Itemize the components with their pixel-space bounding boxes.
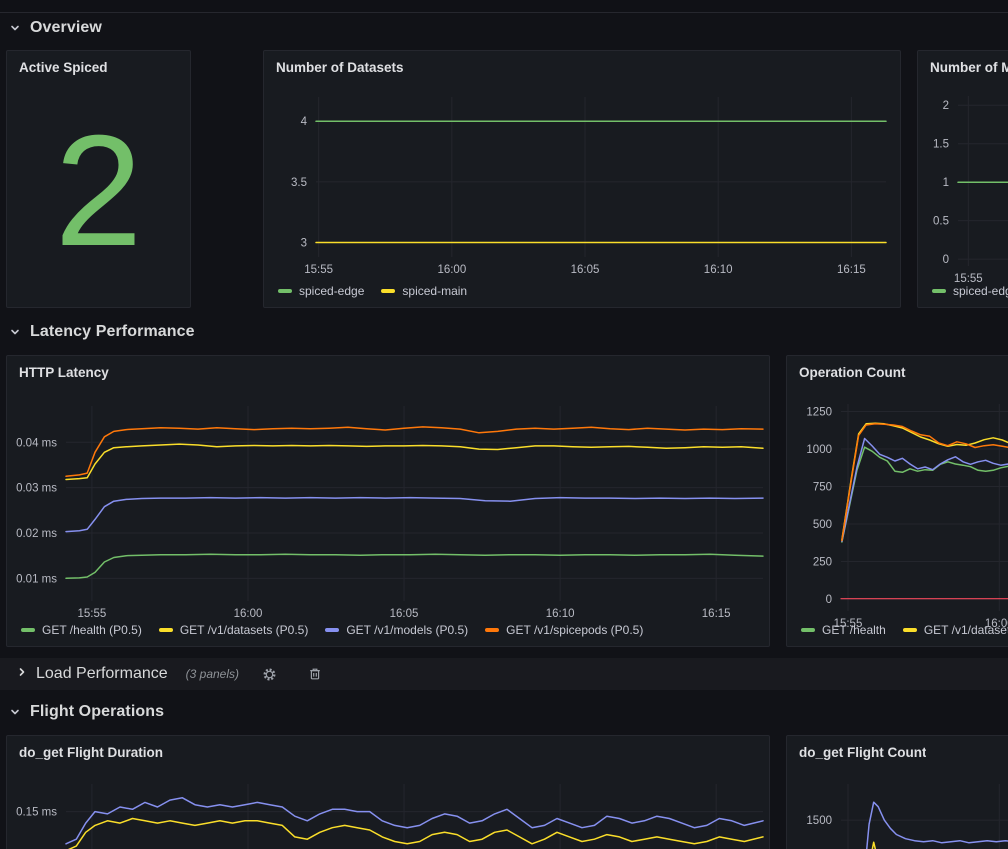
legend-label: spiced-main (402, 284, 467, 298)
grafana-dashboard: Overview Active Spiced 2 Number of Datas… (0, 0, 1008, 849)
legend-label: GET /health (822, 623, 886, 637)
svg-text:1000: 1000 (806, 444, 832, 456)
legend-item[interactable]: GET /health (P0.5) (21, 623, 142, 637)
legend-item[interactable]: GET /v1/datasets (P0.5) (159, 623, 309, 637)
section-header-overview[interactable]: Overview (8, 15, 102, 41)
section-header-load-performance[interactable]: Load Performance (3 panels) (0, 658, 1008, 690)
legend-label: GET /v1/models (P0.5) (346, 623, 468, 637)
panel-number-of-models: Number of Models 00.511.5215:5516:0016:0… (917, 50, 1008, 308)
legend-label: spiced-edge (299, 284, 364, 298)
chevron-right-icon (16, 665, 28, 683)
svg-text:16:05: 16:05 (571, 264, 600, 276)
section-title: Latency Performance (30, 323, 195, 341)
gear-icon (262, 667, 277, 682)
legend-swatch (325, 628, 339, 632)
chart-canvas[interactable]: 0.15 ms15:5516:0016:0516:1016:15 (7, 736, 771, 849)
svg-text:3: 3 (301, 237, 307, 249)
legend-item[interactable]: spiced-main (381, 284, 467, 298)
panel-title[interactable]: Active Spiced (19, 60, 108, 75)
legend-item[interactable]: GET /v1/spicepods (P0.5) (485, 623, 643, 637)
svg-text:15:55: 15:55 (78, 608, 107, 620)
svg-text:1.5: 1.5 (933, 139, 949, 151)
chart-legend: spiced-edge (932, 284, 1008, 298)
svg-text:0: 0 (826, 594, 832, 606)
legend-swatch (485, 628, 499, 632)
chart-canvas[interactable]: 150015:5516:0016:0516:1016:15 (787, 736, 1008, 849)
svg-text:1250: 1250 (806, 407, 832, 419)
legend-item[interactable]: GET /health (801, 623, 886, 637)
svg-text:0.03 ms: 0.03 ms (16, 483, 57, 495)
panel-active-spiced: Active Spiced 2 (6, 50, 191, 308)
legend-item[interactable]: GET /v1/models (P0.5) (325, 623, 468, 637)
svg-text:15:55: 15:55 (304, 264, 333, 276)
legend-label: GET /v1/spicepods (P0.5) (506, 623, 643, 637)
svg-text:16:05: 16:05 (390, 608, 419, 620)
chart-canvas[interactable]: 02505007501000125015:5516:0016:0516:1016… (787, 356, 1008, 648)
svg-text:16:15: 16:15 (702, 608, 731, 620)
svg-text:250: 250 (813, 557, 832, 569)
svg-text:500: 500 (813, 519, 832, 531)
legend-item[interactable]: GET /v1/datasets (903, 623, 1008, 637)
svg-text:2: 2 (943, 100, 949, 112)
panels-count-label: (3 panels) (186, 667, 239, 681)
legend-swatch (903, 628, 917, 632)
svg-text:750: 750 (813, 482, 832, 494)
svg-text:16:00: 16:00 (437, 264, 466, 276)
row-settings-button[interactable] (261, 666, 277, 682)
stat-value: 2 (7, 89, 190, 293)
chevron-down-icon (8, 705, 22, 719)
svg-text:0.04 ms: 0.04 ms (16, 437, 57, 449)
top-toolbar-divider (0, 0, 1008, 13)
svg-text:16:00: 16:00 (234, 608, 263, 620)
svg-text:0.15 ms: 0.15 ms (16, 807, 57, 819)
svg-text:0: 0 (943, 254, 949, 266)
panel-http-latency: HTTP Latency 0.01 ms0.02 ms0.03 ms0.04 m… (6, 355, 770, 647)
chevron-down-icon (8, 325, 22, 339)
section-header-latency-performance[interactable]: Latency Performance (8, 319, 195, 345)
svg-text:1: 1 (943, 177, 949, 189)
section-header-flight-operations[interactable]: Flight Operations (8, 699, 164, 725)
chart-canvas[interactable]: 00.511.5215:5516:0016:0516:1016:15 (918, 51, 1008, 309)
panel-operation-count: Operation Count 02505007501000125015:551… (786, 355, 1008, 647)
legend-item[interactable]: spiced-edge (278, 284, 364, 298)
section-title: Flight Operations (30, 703, 164, 721)
panel-do-get-flight-count: do_get Flight Count 150015:5516:0016:051… (786, 735, 1008, 849)
trash-icon (308, 667, 322, 681)
legend-swatch (159, 628, 173, 632)
row-delete-button[interactable] (307, 666, 323, 682)
panel-number-of-datasets: Number of Datasets 33.5415:5516:0016:051… (263, 50, 901, 308)
svg-text:16:10: 16:10 (704, 264, 733, 276)
svg-text:0.02 ms: 0.02 ms (16, 528, 57, 540)
svg-text:16:10: 16:10 (546, 608, 575, 620)
svg-text:0.5: 0.5 (933, 216, 949, 228)
chart-canvas[interactable]: 0.01 ms 0.02 ms 0.03 ms 0.04 ms 15:55 16:00 16… (7, 356, 771, 648)
legend-item[interactable]: spiced-edge (932, 284, 1008, 298)
legend-swatch (932, 289, 946, 293)
chart-canvas[interactable]: 3 3.5 4 15:55 16:00 16:05 16:10 16:15 (264, 51, 902, 309)
svg-text:4: 4 (301, 116, 308, 128)
svg-text:1500: 1500 (806, 815, 832, 827)
legend-label: GET /health (P0.5) (42, 623, 142, 637)
legend-label: spiced-edge (953, 284, 1008, 298)
legend-swatch (21, 628, 35, 632)
chart-legend: GET /healthGET /v1/datasetsGET /v1/model… (801, 623, 1008, 637)
legend-label: GET /v1/datasets (924, 623, 1008, 637)
chart-legend: spiced-edge spiced-main (278, 284, 467, 298)
section-title: Overview (30, 19, 102, 37)
section-title: Load Performance (36, 665, 168, 683)
chart-legend: GET /health (P0.5) GET /v1/datasets (P0.5… (21, 623, 643, 637)
panel-do-get-flight-duration: do_get Flight Duration 0.15 ms15:5516:00… (6, 735, 770, 849)
legend-swatch (278, 289, 292, 293)
legend-swatch (801, 628, 815, 632)
svg-text:3.5: 3.5 (291, 177, 307, 189)
chevron-down-icon (8, 21, 22, 35)
legend-label: GET /v1/datasets (P0.5) (180, 623, 309, 637)
legend-swatch (381, 289, 395, 293)
svg-text:16:15: 16:15 (837, 264, 866, 276)
svg-text:0.01 ms: 0.01 ms (16, 573, 57, 585)
